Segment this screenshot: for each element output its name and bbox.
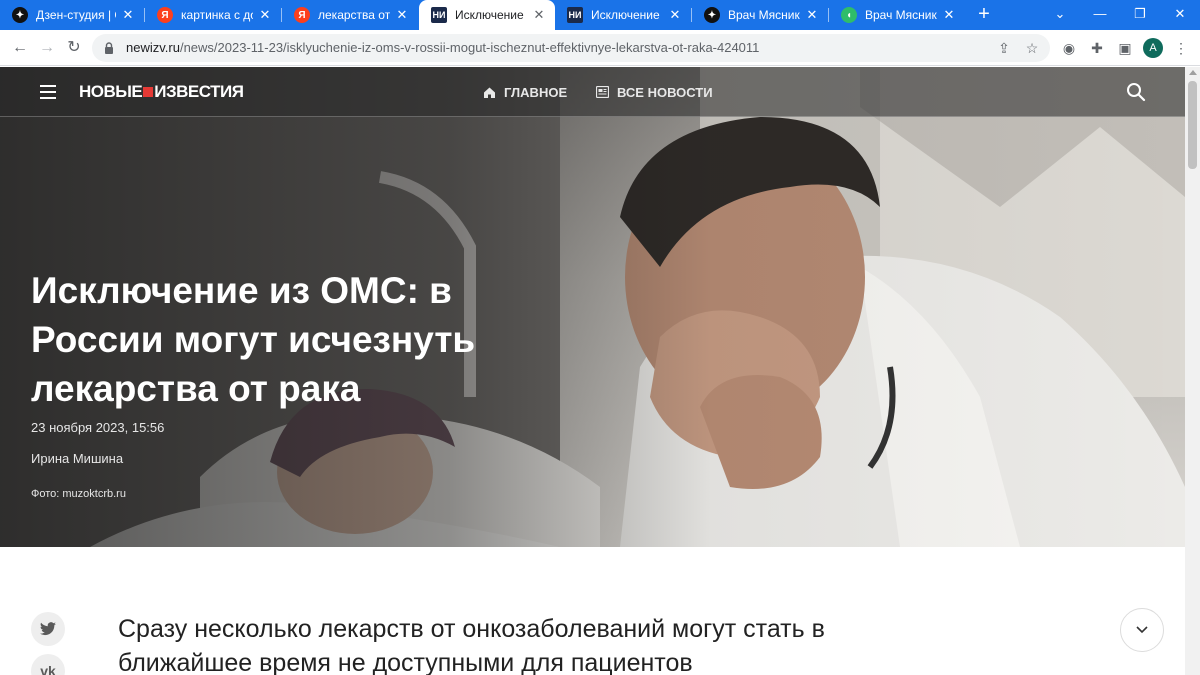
browser-tab[interactable]: Я картинка с добр ✕ bbox=[145, 0, 281, 30]
address-bar[interactable]: newizv.ru/news/2023-11-23/isklyuchenie-i… bbox=[92, 34, 1050, 62]
tab-title: Исключение из bbox=[591, 8, 663, 22]
search-icon[interactable] bbox=[1126, 82, 1146, 102]
close-tab-icon[interactable]: ✕ bbox=[394, 7, 410, 23]
url-host: newizv.ru bbox=[126, 40, 180, 55]
yandex-icon: Я bbox=[294, 7, 310, 23]
vk-icon: vk bbox=[40, 663, 56, 675]
close-tab-icon[interactable]: ✕ bbox=[120, 7, 136, 23]
chevron-down-icon bbox=[1136, 626, 1148, 634]
scroll-up-arrow-icon[interactable] bbox=[1189, 70, 1197, 75]
url-text: newizv.ru/news/2023-11-23/isklyuchenie-i… bbox=[126, 34, 759, 62]
logo-mark bbox=[143, 87, 154, 97]
chat-icon: ◖ bbox=[841, 7, 857, 23]
article-headline: Исключение из ОМС: в России могут исчезн… bbox=[31, 270, 476, 409]
close-tab-icon[interactable]: ✕ bbox=[257, 7, 273, 23]
tab-title: Врач Мясников bbox=[728, 8, 800, 22]
newizv-icon: НИ bbox=[431, 7, 447, 23]
nav-home-label: ГЛАВНОЕ bbox=[504, 84, 568, 100]
close-tab-icon[interactable]: ✕ bbox=[667, 7, 683, 23]
browser-tab[interactable]: ✦ Дзен-студия | Ст ✕ bbox=[0, 0, 144, 30]
new-tab-button[interactable]: + bbox=[972, 3, 996, 27]
profile-avatar[interactable]: A bbox=[1143, 38, 1163, 58]
hero-image: НОВЫЕ ИЗВЕСТИЯ ГЛАВНОЕ ВСЕ НОВОСТИ Исклю… bbox=[0, 67, 1185, 547]
minimize-icon[interactable]: — bbox=[1080, 0, 1120, 30]
browser-tab-active[interactable]: НИ Исключение из ✕ bbox=[419, 0, 555, 30]
browser-tab-strip: ✦ Дзен-студия | Ст ✕ Я картинка с добр ✕… bbox=[0, 0, 1200, 30]
browser-tab[interactable]: Я лекарства от ра ✕ bbox=[282, 0, 418, 30]
logo-text-left: НОВЫЕ bbox=[79, 82, 143, 101]
article-lead: Сразу несколько лекарств от онкозаболева… bbox=[118, 615, 825, 675]
browser-toolbar: ← → ↻ newizv.ru/news/2023-11-23/isklyuch… bbox=[0, 30, 1200, 66]
site-logo[interactable]: НОВЫЕ ИЗВЕСТИЯ bbox=[79, 81, 244, 103]
article-date: 23 ноября 2023, 15:56 bbox=[31, 420, 165, 435]
newizv-icon: НИ bbox=[567, 7, 583, 23]
lock-icon bbox=[105, 42, 113, 54]
close-tab-icon[interactable]: ✕ bbox=[804, 7, 820, 23]
article-author[interactable]: Ирина Мишина bbox=[31, 451, 123, 466]
tab-title: Исключение из bbox=[455, 8, 527, 22]
twitter-icon bbox=[40, 622, 56, 636]
close-tab-icon[interactable]: ✕ bbox=[941, 7, 957, 23]
share-icon[interactable]: ⇪ bbox=[995, 39, 1013, 57]
browser-tab[interactable]: ◖ Врач Мясников ✕ bbox=[829, 0, 965, 30]
tab-title: картинка с добр bbox=[181, 8, 253, 22]
nav-home[interactable]: ГЛАВНОЕ bbox=[483, 83, 567, 101]
menu-kebab-icon[interactable]: ⋮ bbox=[1171, 38, 1191, 58]
photo-credit: Фото: muzoktcrb.ru bbox=[31, 488, 126, 500]
extension-icon[interactable]: ◉ bbox=[1059, 38, 1079, 58]
web-page: НОВЫЕ ИЗВЕСТИЯ ГЛАВНОЕ ВСЕ НОВОСТИ Исклю… bbox=[0, 67, 1185, 675]
tab-title: Врач Мясников bbox=[865, 8, 937, 22]
page-scrollbar[interactable] bbox=[1185, 67, 1200, 675]
restore-icon[interactable]: ❐ bbox=[1120, 0, 1160, 30]
site-header: НОВЫЕ ИЗВЕСТИЯ ГЛАВНОЕ ВСЕ НОВОСТИ bbox=[0, 67, 1185, 117]
vk-share-button[interactable]: vk bbox=[31, 654, 65, 675]
home-icon bbox=[484, 87, 495, 98]
scrollbar-thumb[interactable] bbox=[1188, 81, 1197, 169]
forward-icon[interactable]: → bbox=[35, 36, 59, 60]
browser-tab[interactable]: НИ Исключение из ✕ bbox=[555, 0, 691, 30]
menu-burger-icon[interactable] bbox=[40, 85, 56, 99]
close-tab-icon[interactable]: ✕ bbox=[531, 7, 547, 23]
yandex-icon: Я bbox=[157, 7, 173, 23]
scroll-down-button[interactable] bbox=[1120, 608, 1164, 652]
nav-all-news-label: ВСЕ НОВОСТИ bbox=[617, 84, 713, 100]
url-path: /news/2023-11-23/isklyuchenie-iz-oms-v-r… bbox=[179, 40, 760, 55]
tab-title: лекарства от ра bbox=[318, 8, 390, 22]
bookmark-star-icon[interactable]: ☆ bbox=[1023, 39, 1041, 57]
nav-all-news[interactable]: ВСЕ НОВОСТИ bbox=[596, 83, 713, 101]
close-window-icon[interactable]: ✕ bbox=[1160, 0, 1200, 30]
tab-title: Дзен-студия | Ст bbox=[36, 8, 116, 22]
dzen-icon: ✦ bbox=[704, 7, 720, 23]
side-panel-icon[interactable]: ▣ bbox=[1115, 38, 1135, 58]
reload-icon[interactable]: ↻ bbox=[62, 36, 86, 60]
news-icon bbox=[596, 86, 609, 98]
browser-tab[interactable]: ✦ Врач Мясников ✕ bbox=[692, 0, 828, 30]
tab-search-icon[interactable]: ⌄ bbox=[1040, 0, 1080, 30]
dzen-icon: ✦ bbox=[12, 7, 28, 23]
twitter-share-button[interactable] bbox=[31, 612, 65, 646]
back-icon[interactable]: ← bbox=[8, 36, 32, 60]
logo-text-right: ИЗВЕСТИЯ bbox=[154, 82, 244, 101]
puzzle-icon[interactable]: ✚ bbox=[1087, 38, 1107, 58]
